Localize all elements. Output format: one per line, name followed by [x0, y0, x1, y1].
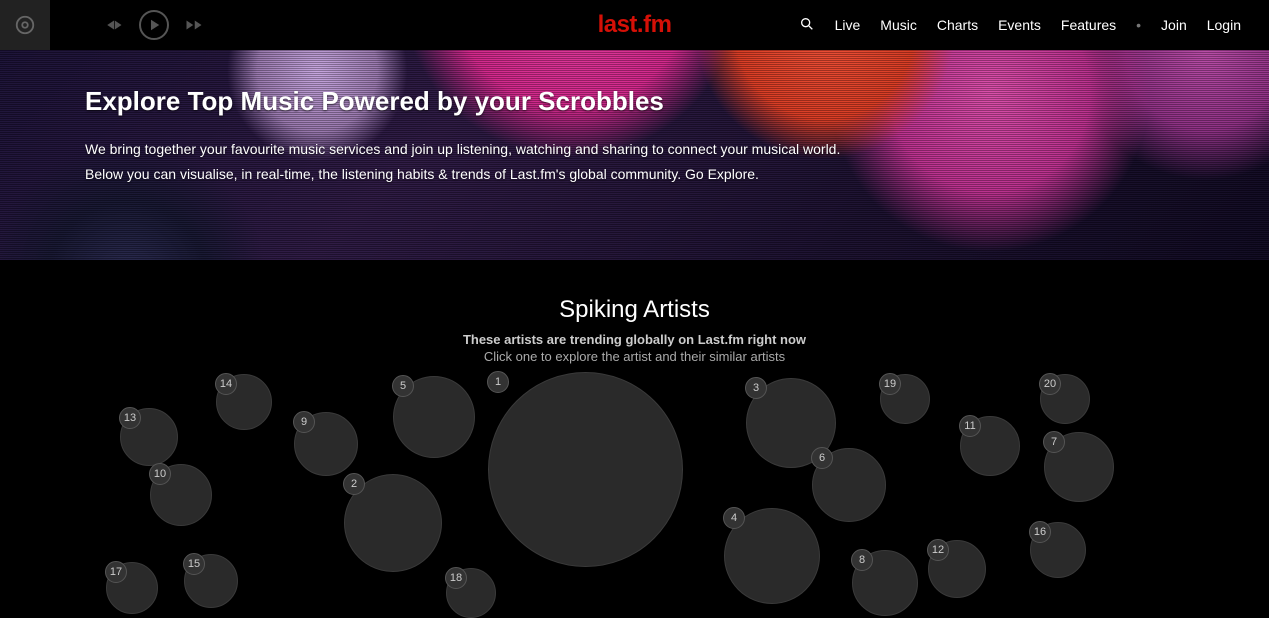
nav-login[interactable]: Login — [1207, 17, 1241, 33]
search-button[interactable] — [799, 16, 815, 35]
play-button[interactable] — [139, 10, 169, 40]
spiking-section: Spiking Artists These artists are trendi… — [0, 260, 1269, 602]
nav-features[interactable]: Features — [1061, 17, 1116, 33]
hero-banner: Explore Top Music Powered by your Scrobb… — [0, 50, 1269, 260]
artist-bubble[interactable]: 20 — [1040, 374, 1090, 424]
main-nav: Live Music Charts Events Features • Join… — [799, 16, 1269, 35]
site-logo[interactable]: last.fm — [598, 11, 672, 39]
artist-rank-badge: 1 — [487, 371, 509, 393]
artist-rank-badge: 17 — [105, 561, 127, 583]
artist-rank-badge: 2 — [343, 473, 365, 495]
nav-music[interactable]: Music — [880, 17, 917, 33]
artist-rank-badge: 5 — [392, 375, 414, 397]
next-track-button[interactable] — [185, 16, 203, 34]
disc-icon — [14, 14, 36, 36]
hero-line-2: Below you can visualise, in real-time, t… — [85, 162, 865, 187]
artist-bubble[interactable]: 11 — [960, 416, 1020, 476]
artist-bubble[interactable]: 16 — [1030, 522, 1086, 578]
nav-charts[interactable]: Charts — [937, 17, 978, 33]
artist-bubble[interactable]: 5 — [393, 376, 475, 458]
artist-rank-badge: 9 — [293, 411, 315, 433]
artist-rank-badge: 14 — [215, 373, 237, 395]
artist-rank-badge: 20 — [1039, 373, 1061, 395]
nav-events[interactable]: Events — [998, 17, 1041, 33]
artist-rank-badge: 7 — [1043, 431, 1065, 453]
artist-rank-badge: 3 — [745, 377, 767, 399]
artist-rank-badge: 12 — [927, 539, 949, 561]
artist-bubbles-container: 1521491310171518346819111220716 — [0, 372, 1269, 602]
artist-bubble[interactable]: 19 — [880, 374, 930, 424]
artist-rank-badge: 19 — [879, 373, 901, 395]
nav-join[interactable]: Join — [1161, 17, 1187, 33]
artist-rank-badge: 13 — [119, 407, 141, 429]
artist-bubble[interactable]: 10 — [150, 464, 212, 526]
nav-separator: • — [1136, 17, 1141, 33]
artist-bubble[interactable]: 6 — [812, 448, 886, 522]
artist-rank-badge: 4 — [723, 507, 745, 529]
skip-back-icon — [105, 16, 123, 34]
spiking-subtitle-2: Click one to explore the artist and thei… — [0, 349, 1269, 364]
artist-bubble[interactable]: 14 — [216, 374, 272, 430]
artist-bubble[interactable]: 4 — [724, 508, 820, 604]
artist-rank-badge: 11 — [959, 415, 981, 437]
player-artwork-placeholder[interactable] — [0, 0, 50, 50]
hero-title: Explore Top Music Powered by your Scrobb… — [85, 86, 1269, 117]
prev-track-button[interactable] — [105, 16, 123, 34]
artist-bubble[interactable]: 8 — [852, 550, 918, 616]
artist-rank-badge: 10 — [149, 463, 171, 485]
artist-bubble[interactable]: 7 — [1044, 432, 1114, 502]
spiking-subtitle-1: These artists are trending globally on L… — [0, 332, 1269, 347]
artist-bubble[interactable]: 9 — [294, 412, 358, 476]
skip-forward-icon — [185, 16, 203, 34]
artist-bubble[interactable]: 12 — [928, 540, 986, 598]
artist-rank-badge: 8 — [851, 549, 873, 571]
artist-bubble[interactable]: 1 — [488, 372, 683, 567]
artist-bubble[interactable]: 18 — [446, 568, 496, 618]
artist-rank-badge: 6 — [811, 447, 833, 469]
artist-bubble[interactable]: 15 — [184, 554, 238, 608]
search-icon — [799, 16, 815, 32]
artist-rank-badge: 16 — [1029, 521, 1051, 543]
spiking-title: Spiking Artists — [0, 296, 1269, 324]
player-controls — [105, 10, 203, 40]
artist-bubble[interactable]: 2 — [344, 474, 442, 572]
nav-live[interactable]: Live — [835, 17, 861, 33]
play-icon — [145, 16, 163, 34]
hero-line-1: We bring together your favourite music s… — [85, 137, 865, 162]
top-bar: last.fm Live Music Charts Events Feature… — [0, 0, 1269, 50]
artist-bubble[interactable]: 17 — [106, 562, 158, 614]
artist-bubble[interactable]: 13 — [120, 408, 178, 466]
artist-rank-badge: 18 — [445, 567, 467, 589]
